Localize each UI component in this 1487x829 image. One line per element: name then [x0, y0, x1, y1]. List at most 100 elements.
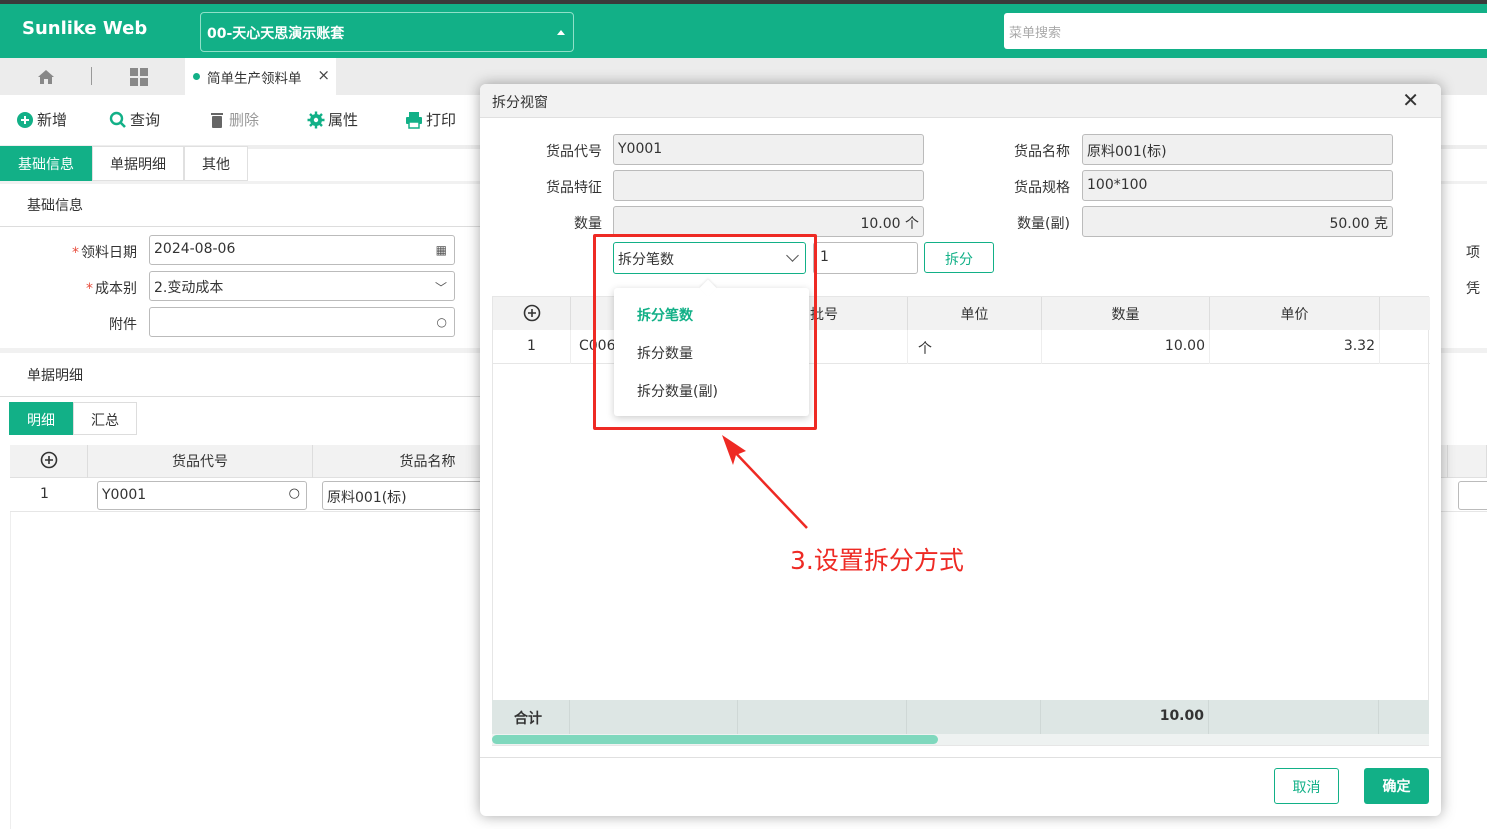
footer-cell — [570, 700, 738, 734]
active-dot-icon — [193, 73, 200, 80]
qty-cell[interactable]: 10.00 — [1042, 330, 1210, 364]
extra-input[interactable] — [1458, 481, 1487, 510]
cancel-button[interactable]: 取消 — [1274, 768, 1339, 804]
item-code-input[interactable]: Y0001 ○ — [97, 481, 307, 510]
chevron-down-icon: ﹀ — [434, 281, 447, 295]
column-header-code[interactable]: 货品代号 — [88, 445, 313, 478]
add-row-icon[interactable] — [493, 297, 571, 330]
split-button[interactable]: 拆分 — [924, 242, 994, 273]
home-icon[interactable] — [37, 68, 55, 86]
date-label: * 领料日期 — [72, 245, 137, 261]
footer-cell — [738, 700, 907, 734]
footer-total-label: 合计 — [492, 700, 570, 734]
code-field: Y0001 — [613, 134, 924, 165]
tab-basic-info[interactable]: 基础信息 — [0, 146, 92, 181]
tab-document-label: 简单生产领料单 — [207, 71, 302, 87]
close-icon[interactable]: ✕ — [1402, 88, 1419, 112]
add-label: 新增 — [37, 111, 68, 129]
unit-cell[interactable]: 个 — [908, 330, 1042, 364]
divider — [0, 396, 480, 397]
print-label: 打印 — [426, 111, 457, 129]
search-icon — [109, 111, 126, 128]
right-label-2: 凭 — [1466, 281, 1480, 297]
split-dialog: 拆分视窗 ✕ 货品代号 Y0001 货品名称 原料001(标) 货品特征 货品规… — [480, 84, 1441, 816]
search-icon[interactable]: ○ — [437, 315, 447, 329]
grid-border — [10, 512, 11, 829]
divider — [480, 757, 1441, 758]
top-header: Sunlike Web 00-天心天思演示账套 菜单搜索 — [0, 0, 1487, 58]
add-button[interactable]: 新增 — [16, 109, 67, 130]
annotation-text: 3.设置拆分方式 — [790, 546, 964, 575]
account-selector[interactable]: 00-天心天思演示账套 — [200, 12, 574, 52]
date-value: 2024-08-06 — [154, 241, 236, 257]
query-button[interactable]: 查询 — [109, 109, 160, 130]
right-label-1: 项 — [1466, 245, 1480, 261]
detail-sub-tabs: 明细 汇总 — [9, 402, 137, 435]
caret-up-icon — [557, 30, 565, 35]
code-label: 货品代号 — [546, 144, 602, 160]
account-name: 00-天心天思演示账套 — [207, 26, 345, 42]
feature-label: 货品特征 — [546, 180, 602, 196]
name-label: 货品名称 — [1014, 144, 1070, 160]
attachment-field[interactable]: ○ — [149, 307, 455, 337]
scrollbar-thumb[interactable] — [492, 735, 938, 744]
cost-select[interactable]: 2.变动成本 ﹀ — [149, 271, 455, 301]
column-header-unit[interactable]: 单位 — [908, 297, 1042, 330]
section-tabs: 基础信息 单据明细 其他 — [0, 146, 248, 181]
footer-cell — [1209, 700, 1379, 734]
spec-label: 货品规格 — [1014, 180, 1070, 196]
apps-grid-icon[interactable] — [129, 67, 149, 87]
feature-field — [613, 170, 924, 201]
item-name-value: 原料001(标) — [327, 490, 407, 506]
menu-search-input[interactable]: 菜单搜索 — [1004, 13, 1487, 49]
tab-other[interactable]: 其他 — [184, 146, 248, 181]
attachment-label: 附件 — [109, 317, 137, 333]
search-icon[interactable]: ○ — [289, 486, 300, 501]
tab-document[interactable]: 简单生产领料单 × — [185, 58, 336, 95]
calendar-icon[interactable]: ▦ — [436, 243, 447, 257]
detail-section-title: 单据明细 — [27, 368, 83, 384]
dialog-header: 拆分视窗 ✕ — [480, 84, 1441, 118]
add-row-icon[interactable] — [10, 445, 88, 478]
cost-value: 2.变动成本 — [154, 280, 224, 296]
tab-summary[interactable]: 汇总 — [73, 402, 137, 435]
divider — [0, 226, 480, 227]
row-index: 1 — [493, 330, 571, 364]
annotation-arrow-icon — [722, 435, 808, 529]
qty-field: 10.00 个 — [613, 206, 924, 237]
printer-icon — [406, 111, 422, 129]
qty2-label: 数量(副) — [1017, 216, 1070, 232]
column-header-qty[interactable]: 数量 — [1042, 297, 1210, 330]
name-field: 原料001(标) — [1082, 134, 1393, 165]
delete-label: 删除 — [229, 111, 260, 129]
tab-divider — [91, 67, 92, 85]
plus-circle-icon — [17, 111, 33, 128]
ok-button[interactable]: 确定 — [1364, 768, 1429, 804]
row-index: 1 — [40, 486, 49, 502]
footer-total-qty: 10.00 — [1041, 700, 1209, 734]
tab-detail[interactable]: 明细 — [9, 402, 73, 435]
trash-icon — [211, 112, 223, 128]
print-button[interactable]: 打印 — [405, 109, 456, 130]
grid-footer: 合计 10.00 — [492, 700, 1429, 734]
column-header-price[interactable]: 单价 — [1210, 297, 1380, 330]
close-tab-icon[interactable]: × — [317, 66, 330, 84]
cost-label: * 成本别 — [86, 281, 137, 297]
qty2-field: 50.00 克 — [1082, 206, 1393, 237]
delete-button[interactable]: 删除 — [208, 109, 259, 130]
brand-logo: Sunlike Web — [22, 18, 148, 39]
split-count-input[interactable]: 1 — [813, 242, 918, 274]
query-label: 查询 — [130, 111, 161, 129]
qty-label: 数量 — [574, 216, 602, 232]
item-code-value: Y0001 — [102, 487, 147, 503]
tab-document-detail[interactable]: 单据明细 — [92, 146, 184, 181]
date-field[interactable]: 2024-08-06 ▦ — [149, 235, 455, 265]
basic-section-title: 基础信息 — [27, 198, 83, 214]
price-cell[interactable]: 3.32 — [1210, 330, 1380, 364]
properties-button[interactable]: 属性 — [307, 109, 358, 130]
horizontal-scrollbar[interactable] — [492, 734, 1429, 745]
dialog-title: 拆分视窗 — [492, 95, 548, 111]
spec-field: 100*100 — [1082, 170, 1393, 201]
footer-cell — [907, 700, 1041, 734]
annotation-highlight-box — [593, 234, 817, 430]
